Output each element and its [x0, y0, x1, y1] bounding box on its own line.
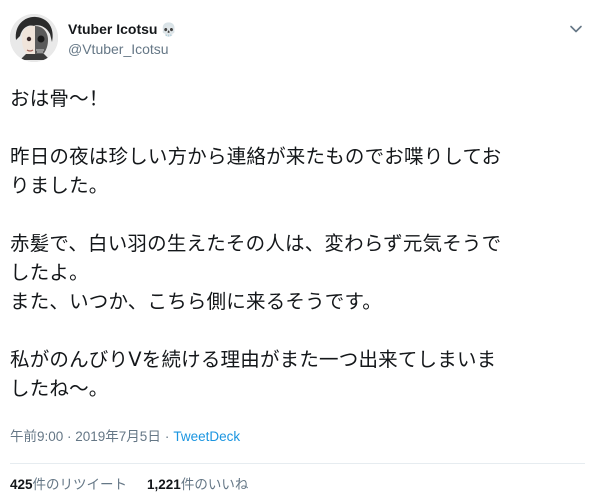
- likes-count: 1,221: [147, 477, 181, 492]
- retweets-stat[interactable]: 425件のリツイート: [10, 476, 127, 494]
- retweets-count: 425: [10, 477, 33, 492]
- avatar[interactable]: [10, 14, 58, 62]
- likes-stat[interactable]: 1,221件のいいね: [147, 476, 248, 494]
- user-info[interactable]: Vtuber Icotsu 💀 @Vtuber_Icotsu: [68, 20, 177, 58]
- tweet-stats: 425件のリツイート 1,221件のいいね: [10, 476, 248, 494]
- timestamp[interactable]: 午前9:00 · 2019年7月5日: [10, 428, 161, 446]
- user-handle[interactable]: @Vtuber_Icotsu: [68, 40, 177, 58]
- skull-emoji-icon: 💀: [160, 21, 177, 37]
- tweet-card: Vtuber Icotsu 💀 @Vtuber_Icotsu おは骨～！ 昨日の…: [0, 0, 595, 503]
- tweet-text: おは骨～！ 昨日の夜は珍しい方から連絡が来たものでお喋りしてお りました。 赤髪…: [10, 87, 502, 400]
- source-link[interactable]: TweetDeck: [173, 428, 240, 446]
- chevron-down-icon[interactable]: [569, 22, 583, 36]
- meta-separator: ·: [164, 429, 170, 444]
- likes-label: 件のいいね: [180, 477, 249, 492]
- divider: [10, 463, 585, 464]
- tweet-meta: 午前9:00 · 2019年7月5日 · TweetDeck: [10, 428, 240, 446]
- skull-face-avatar-icon: [10, 14, 58, 62]
- display-name-text: Vtuber Icotsu: [68, 21, 158, 37]
- display-name[interactable]: Vtuber Icotsu 💀: [68, 20, 177, 38]
- retweets-label: 件のリツイート: [32, 477, 128, 492]
